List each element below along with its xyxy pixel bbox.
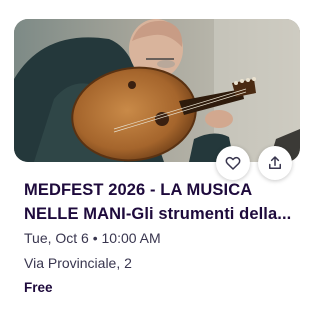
event-date: Tue, Oct 6 • 10:00 AM xyxy=(24,230,161,246)
event-card[interactable]: MEDFEST 2026 - LA MUSICA NELLE MANI-Gli … xyxy=(0,0,313,312)
event-price: Free xyxy=(24,280,53,295)
like-button[interactable] xyxy=(216,146,250,180)
event-image[interactable] xyxy=(14,19,300,162)
event-title-line-1: MEDFEST 2026 - LA MUSICA xyxy=(24,181,253,199)
event-title[interactable]: MEDFEST 2026 - LA MUSICA NELLE MANI-Gli … xyxy=(24,178,302,226)
share-button[interactable] xyxy=(258,146,292,180)
share-upload-icon xyxy=(269,156,281,169)
heart-icon xyxy=(225,156,241,170)
oud-player-photo xyxy=(14,19,300,162)
event-title-line-2: NELLE MANI-Gli strumenti della... xyxy=(24,205,292,223)
event-location: Via Provinciale, 2 xyxy=(24,255,132,271)
